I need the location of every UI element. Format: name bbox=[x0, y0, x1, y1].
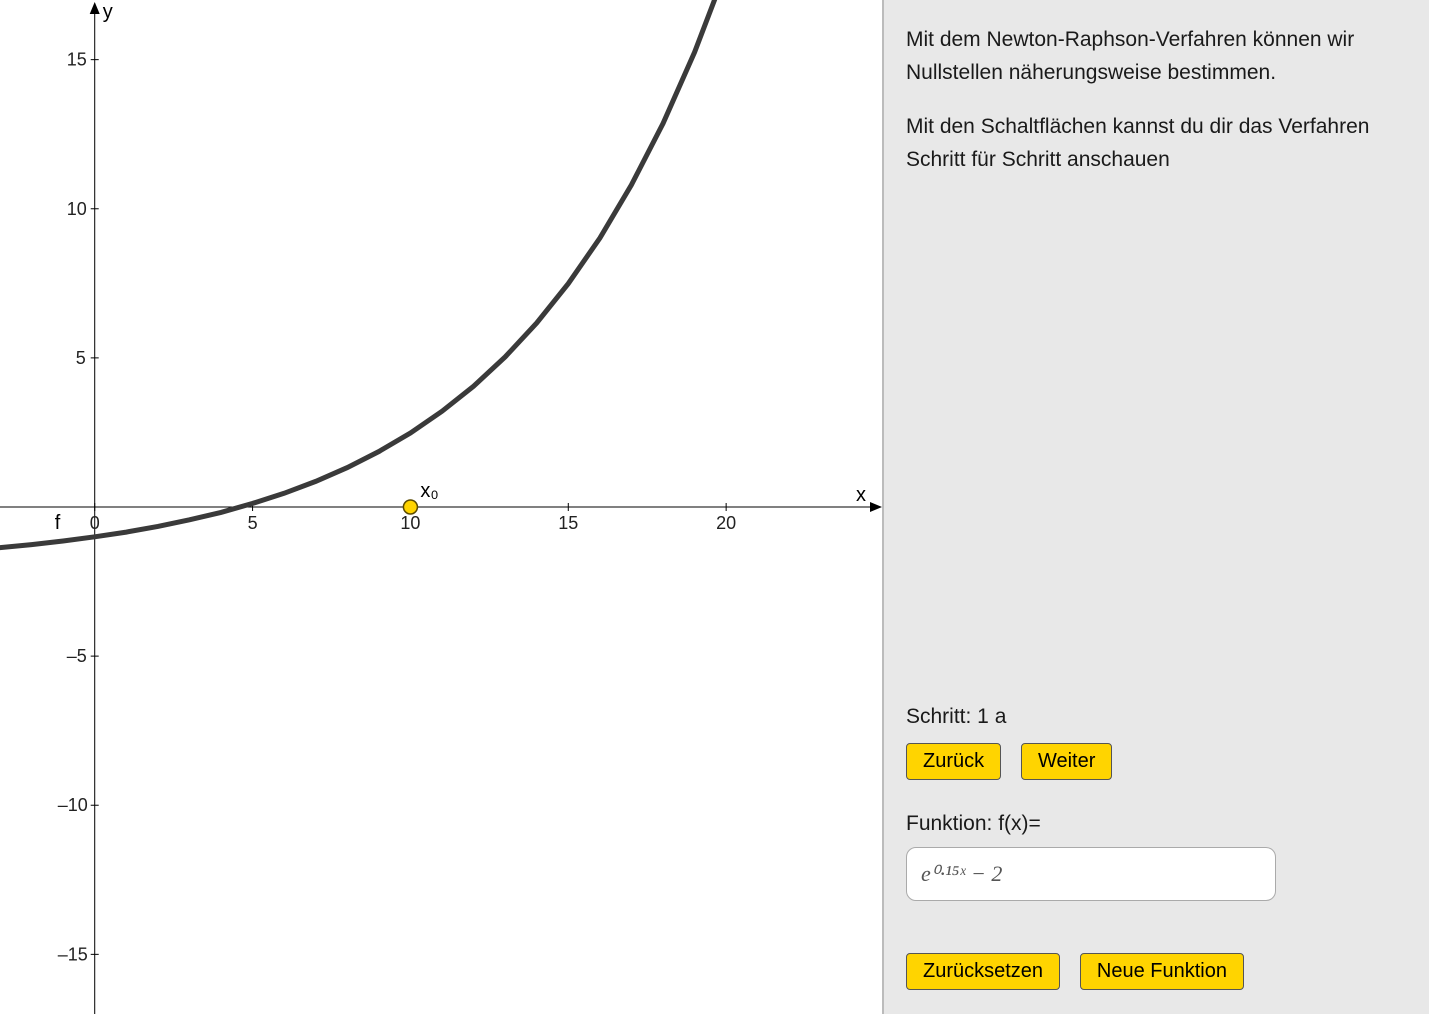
point-label-x0: x₀ bbox=[420, 480, 438, 502]
x-tick-label: 10 bbox=[400, 513, 420, 533]
reset-button[interactable]: Zurücksetzen bbox=[906, 953, 1060, 990]
function-label: Funktion: f(x)= bbox=[906, 808, 1407, 841]
y-tick-label: –5 bbox=[67, 646, 87, 666]
bottom-buttons: Zurücksetzen Neue Funktion bbox=[906, 943, 1407, 990]
back-button[interactable]: Zurück bbox=[906, 743, 1001, 780]
y-tick-label: –10 bbox=[58, 795, 88, 815]
graph-svg[interactable]: x y 0 5 10 15 20 –15 –10 –5 5 10 15 f x₀ bbox=[0, 0, 884, 1014]
y-tick-label: 15 bbox=[67, 50, 87, 70]
graph-pane[interactable]: x y 0 5 10 15 20 –15 –10 –5 5 10 15 f x₀ bbox=[0, 0, 884, 1014]
function-label: f bbox=[55, 512, 61, 534]
point-x0[interactable] bbox=[403, 500, 417, 514]
new-function-button[interactable]: Neue Funktion bbox=[1080, 953, 1244, 990]
y-axis-label: y bbox=[103, 1, 113, 23]
next-button[interactable]: Weiter bbox=[1021, 743, 1112, 780]
x-tick-label: 20 bbox=[716, 513, 736, 533]
y-axis-arrow-icon bbox=[90, 2, 100, 14]
x-axis-label: x bbox=[856, 484, 866, 506]
y-tick-label: 5 bbox=[76, 348, 86, 368]
x-tick-label: 0 bbox=[90, 513, 100, 533]
x-tick-label: 15 bbox=[558, 513, 578, 533]
y-tick-label: –15 bbox=[58, 944, 88, 964]
description-block: Mit dem Newton-Raphson-Verfahren können … bbox=[906, 24, 1407, 198]
y-tick-label: 10 bbox=[67, 199, 87, 219]
intro-paragraph-1: Mit dem Newton-Raphson-Verfahren können … bbox=[906, 24, 1407, 89]
intro-paragraph-2: Mit den Schaltflächen kannst du dir das … bbox=[906, 111, 1407, 176]
side-pane: Mit dem Newton-Raphson-Verfahren können … bbox=[884, 0, 1429, 1014]
step-label: Schritt: 1 a bbox=[906, 701, 1407, 734]
step-buttons: Zurück Weiter bbox=[906, 733, 1407, 780]
x-axis-arrow-icon bbox=[870, 502, 882, 512]
function-input[interactable] bbox=[906, 847, 1276, 901]
x-tick-label: 5 bbox=[248, 513, 258, 533]
function-curve[interactable] bbox=[0, 0, 884, 548]
